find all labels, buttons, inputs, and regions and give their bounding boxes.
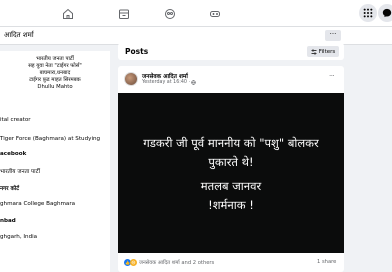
bio-line: बाघमारा,धनबाद: [39, 69, 71, 76]
post-card: जनसेवक आदित शर्मा Yesterday at 16:40 · ·…: [118, 66, 344, 272]
post-timestamp[interactable]: Yesterday at 16:40 ·: [142, 80, 196, 85]
post-image[interactable]: गडकरी जी पूर्व माननीय को "पशु" बोलकर पुक…: [118, 93, 344, 253]
filters-button[interactable]: Filters: [307, 46, 339, 57]
intro-item-location[interactable]: ghgarh, India: [0, 234, 37, 240]
bio-line: टाईगर फ़ुड माहत सिरमबक: [29, 76, 81, 83]
posts-header: Posts Filters: [118, 43, 344, 60]
image-text-line: मतलब जानवर: [200, 179, 262, 193]
profile-name: आदित शर्मा: [4, 31, 34, 39]
post-more-button[interactable]: ···: [329, 72, 335, 80]
reactions-summary[interactable]: 👍 😆 जनसेवक आदित शर्मा and 2 others: [124, 258, 214, 266]
intro-item-work[interactable]: Tiger Force (Baghmara) at Studying: [0, 136, 100, 142]
profile-bio: भारतीय जनता पार्टी सह युवा नेता "टाईगर फ…: [0, 56, 110, 91]
filters-icon: [311, 49, 317, 54]
messenger-icon[interactable]: 2: [378, 4, 392, 22]
menu-grid-icon[interactable]: [359, 4, 377, 22]
home-icon[interactable]: [61, 7, 75, 21]
intro-item-city[interactable]: nbad: [0, 218, 16, 224]
reactions-text: जनसेवक आदित शर्मा and 2 others: [139, 260, 215, 266]
intro-card: भारतीय जनता पार्टी सह युवा नेता "टाईगर फ…: [0, 51, 110, 272]
more-options-button[interactable]: ···: [325, 30, 341, 41]
bio-line: Dhullu Mahto: [37, 83, 73, 90]
post-author[interactable]: जनसेवक आदित शर्मा: [142, 72, 188, 80]
intro-item-college[interactable]: ghmara College Baghmara: [0, 201, 75, 207]
globe-icon: [191, 80, 196, 85]
gaming-icon[interactable]: [208, 7, 222, 21]
posts-title: Posts: [125, 47, 149, 56]
intro-item-court[interactable]: नगर कोर्ट: [0, 184, 19, 192]
top-navigation-bar: 2: [0, 0, 392, 27]
haha-reaction-icon: 😆: [130, 258, 137, 266]
groups-icon[interactable]: [163, 7, 177, 21]
image-text-line: !शर्मनाक !: [208, 198, 254, 212]
bio-line: सह युवा नेता "टाईगर फोर्स": [28, 62, 82, 69]
marketplace-icon[interactable]: [117, 7, 131, 21]
intro-item-facebook[interactable]: acebook: [0, 151, 26, 157]
share-count[interactable]: 1 share: [317, 259, 336, 265]
intro-item-creator: ital creator: [0, 117, 31, 123]
filters-label: Filters: [318, 48, 336, 55]
intro-item-party[interactable]: भारतीय जनता पार्टी: [0, 167, 40, 175]
post-time-text: Yesterday at 16:40 ·: [142, 80, 191, 85]
image-text-line: पुकारते थे!: [208, 155, 254, 169]
image-text-line: गडकरी जी पूर्व माननीय को "पशु" बोलकर: [143, 136, 319, 150]
bio-line: भारतीय जनता पार्टी: [36, 56, 74, 62]
author-avatar[interactable]: [124, 72, 138, 86]
